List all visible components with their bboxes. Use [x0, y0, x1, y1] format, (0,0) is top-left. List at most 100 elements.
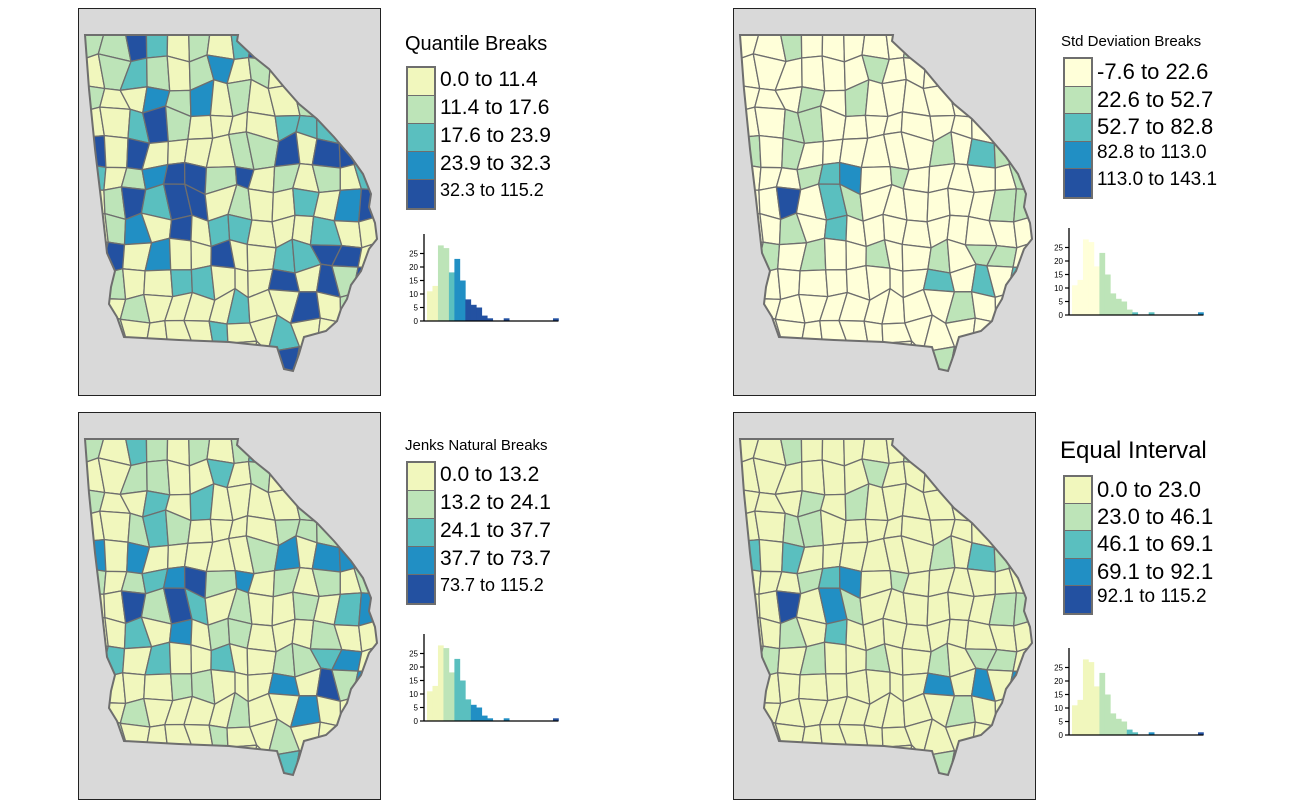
histogram-bar-std-deviation-breaks — [1088, 242, 1095, 315]
histogram-bar-std-deviation-breaks — [1110, 293, 1117, 315]
county — [740, 241, 764, 275]
county — [338, 82, 363, 113]
histogram-stddev: 0 5 10 15 20 25 — [1054, 228, 1204, 320]
histogram-bar-jenks-natural-breaks — [427, 691, 433, 721]
county — [1007, 750, 1032, 775]
county — [168, 641, 193, 675]
legend-swatch-quantile-breaks — [408, 152, 434, 180]
histogram-bar-jenks-natural-breaks — [465, 699, 472, 721]
legend-label-std-deviation-breaks: 52.7 to 82.8 — [1097, 114, 1214, 140]
county — [315, 317, 342, 350]
county — [966, 54, 995, 92]
county — [779, 745, 803, 775]
county — [946, 467, 971, 496]
county — [740, 719, 766, 758]
county — [946, 35, 972, 66]
county — [1008, 459, 1032, 490]
county — [246, 243, 277, 272]
legend-label-std-deviation-breaks: -7.6 to 22.6 — [1097, 59, 1209, 84]
county — [352, 750, 377, 775]
county — [801, 55, 826, 92]
county — [354, 508, 377, 549]
county — [291, 439, 317, 470]
county — [987, 54, 1012, 89]
legend-swatch-equal-interval — [1065, 504, 1091, 532]
histogram-bar-quantile-breaks — [432, 285, 439, 321]
county — [208, 724, 229, 748]
county — [774, 722, 806, 749]
county — [842, 114, 869, 140]
county — [166, 342, 193, 371]
county — [187, 114, 214, 140]
county — [355, 82, 377, 113]
county — [993, 82, 1018, 113]
county — [100, 268, 127, 301]
county — [993, 486, 1018, 517]
legend-title-quantile: Quantile Breaks — [405, 33, 548, 55]
legend-label-quantile-breaks: 32.3 to 115.2 — [440, 180, 544, 200]
county — [103, 134, 129, 169]
y-tick-label: 15 — [1054, 271, 1063, 280]
county — [823, 618, 848, 646]
county — [85, 697, 111, 726]
legend-swatch-equal-interval — [1065, 558, 1091, 586]
legend-label-quantile-breaks: 0.0 to 11.4 — [440, 68, 538, 91]
histogram-quantile: 0 5 10 15 20 25 — [409, 234, 559, 326]
county — [352, 719, 377, 753]
county — [1007, 315, 1032, 349]
county — [1009, 104, 1032, 145]
county — [1006, 697, 1032, 726]
histogram-bar-std-deviation-breaks — [1093, 266, 1100, 315]
county — [1008, 439, 1032, 464]
county — [758, 134, 784, 169]
county — [85, 750, 105, 775]
histogram-bar-quantile-breaks — [470, 304, 477, 321]
county — [821, 746, 848, 775]
legend-swatch-jenks-natural-breaks — [408, 519, 434, 547]
legend-swatch-jenks-natural-breaks — [408, 463, 434, 491]
y-tick-label: 25 — [1054, 244, 1063, 253]
legend-swatch-jenks-natural-breaks — [408, 491, 434, 519]
county — [755, 672, 782, 705]
county — [882, 340, 913, 371]
county — [85, 645, 109, 679]
county — [100, 672, 127, 705]
county — [338, 104, 363, 145]
county — [311, 138, 341, 169]
legend-swatch-quantile-breaks — [408, 68, 434, 96]
county — [842, 518, 869, 544]
county — [246, 219, 277, 249]
county — [145, 341, 169, 371]
county — [353, 55, 377, 86]
county — [332, 35, 359, 58]
county — [971, 111, 998, 145]
histogram-bar-std-deviation-breaks — [1099, 252, 1106, 315]
histogram-bar-jenks-natural-breaks — [443, 648, 450, 721]
county — [354, 104, 377, 145]
county — [800, 439, 824, 463]
legend-swatch-std-deviation-breaks — [1065, 141, 1091, 170]
legend-swatch-quantile-breaks — [408, 124, 434, 152]
county — [902, 592, 929, 627]
legend-label-equal-interval: 92.1 to 115.2 — [1097, 585, 1207, 607]
county — [759, 616, 782, 650]
county — [353, 540, 377, 570]
county — [969, 490, 998, 522]
county — [246, 647, 277, 676]
county — [99, 510, 131, 543]
county — [166, 459, 191, 496]
county — [774, 318, 806, 345]
county — [843, 746, 869, 775]
y-tick-label: 25 — [409, 250, 418, 259]
county — [85, 315, 111, 354]
histogram-bar-equal-interval — [1115, 718, 1122, 735]
county — [800, 341, 824, 371]
county — [901, 623, 932, 653]
georgia-map-stddev — [738, 34, 1034, 373]
histogram-bar-equal-interval — [1077, 699, 1084, 735]
legend-swatch-std-deviation-breaks — [1065, 59, 1091, 87]
county — [314, 750, 338, 775]
legend-label-quantile-breaks: 23.9 to 32.3 — [440, 152, 551, 175]
histogram-bar-jenks-natural-breaks — [448, 672, 455, 721]
county — [925, 439, 951, 470]
